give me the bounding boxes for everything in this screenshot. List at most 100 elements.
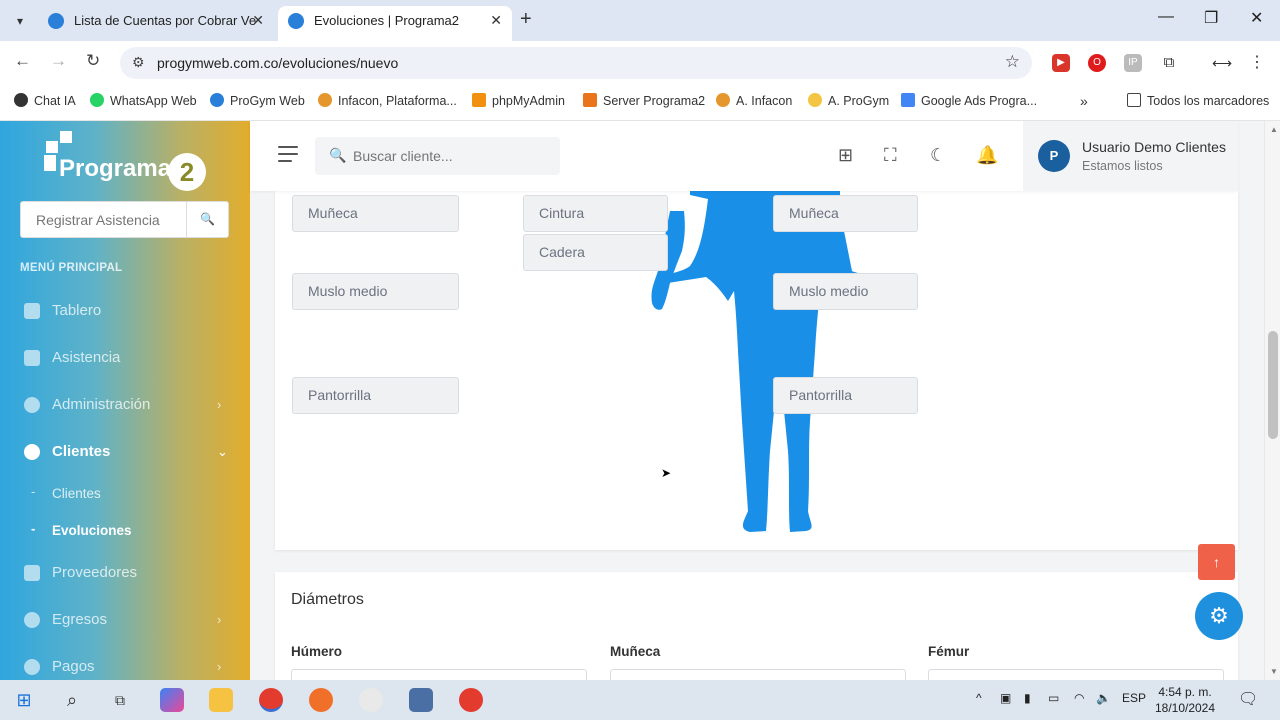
mouse-cursor-icon: ➤ [661,466,672,480]
sidebar: Programa 2 🔍 MENÚ PRINCIPAL Tablero Asis… [0,121,250,680]
bookmark-item[interactable]: WhatsApp Web [90,93,197,108]
search-icon[interactable]: ⌕ [60,688,84,712]
task-view-icon[interactable]: ⧉ [108,688,132,712]
extension-record-icon[interactable]: ▶ [1052,54,1070,72]
apps-grid-icon[interactable]: ⊞ [838,145,853,166]
restore-icon[interactable]: ❐ [1204,8,1218,28]
tab-cuentas[interactable]: Lista de Cuentas por Cobrar Ve ✕ [38,6,274,41]
sidebar-item-administracion[interactable]: Administración › [0,392,250,422]
calculator-icon[interactable] [409,688,433,712]
bookmark-item[interactable]: A. ProGym [808,93,889,108]
more-bookmarks-icon[interactable]: » [1080,93,1088,109]
sidebar-item-clientes[interactable]: Clientes ⌄ [0,439,250,469]
scroll-down-arrow-icon[interactable]: ▼ [1270,667,1278,676]
sidebar-item-label: Clientes [52,443,111,460]
app-icon[interactable] [359,688,383,712]
sidebar-item-label: Tablero [52,302,102,319]
fullscreen-icon[interactable]: ⛶ [884,145,897,166]
hip-field[interactable]: Cadera [523,234,668,271]
dashboard-icon [24,303,40,319]
file-explorer-icon[interactable] [209,688,233,712]
more-menu-icon[interactable]: ⋮ [1248,54,1266,72]
client-search-input[interactable] [353,137,553,175]
chrome-icon[interactable] [259,688,283,712]
wifi-icon[interactable]: ◠ [1074,691,1084,705]
settings-gear-icon[interactable]: ⚙ [1195,592,1243,640]
connection-icon[interactable]: ⟷ [1212,54,1232,72]
waist-field[interactable]: Cintura [523,195,668,232]
battery-icon[interactable]: ▭ [1048,691,1059,705]
menu-section-title: MENÚ PRINCIPAL [20,262,123,274]
hamburger-menu-icon[interactable] [278,146,298,162]
bookmark-item[interactable]: A. Infacon [716,93,792,108]
scroll-up-arrow-icon[interactable]: ▲ [1270,125,1278,134]
left-calf-field[interactable]: Pantorrilla [292,377,459,414]
chrome-icon[interactable] [459,688,483,712]
clock[interactable]: 4:54 p. m. 18/10/2024 [1150,684,1220,716]
avatar: P [1038,140,1070,172]
tab-search-icon[interactable]: ▾ [8,9,32,33]
new-tab-icon[interactable]: + [520,8,532,31]
bookmark-item[interactable]: Server Programa2 [583,93,705,108]
minimize-icon[interactable]: — [1158,8,1174,26]
sidebar-item-tablero[interactable]: Tablero [0,298,250,328]
close-tab-icon[interactable]: ✕ [490,6,502,35]
attendance-input[interactable] [21,202,187,237]
scroll-thumb[interactable] [1268,331,1278,439]
bookmark-item[interactable]: Google Ads Progra... [901,93,1037,108]
bookmarks-bar: Chat IA WhatsApp Web ProGym Web Infacon,… [0,85,1280,121]
sidebar-item-egresos[interactable]: Egresos › [0,607,250,637]
sidebar-item-asistencia[interactable]: Asistencia [0,345,250,375]
windows-start-icon[interactable]: ⊞ [12,688,36,712]
right-wrist-field[interactable]: Muñeca [773,195,918,232]
human-body-figure [651,191,870,532]
sidebar-subitem-clientes[interactable]: - Clientes [0,482,250,506]
sidebar-subitem-evoluciones[interactable]: - Evoluciones [0,519,250,543]
extensions-puzzle-icon[interactable]: ⧉ [1160,54,1178,72]
sidebar-item-pagos[interactable]: Pagos › [0,654,250,680]
plus-circle-icon [24,659,40,675]
right-mid-thigh-field[interactable]: Muslo medio [773,273,918,310]
scroll-top-button[interactable]: ↑ [1198,544,1235,580]
notifications-icon[interactable]: 🗨 [1238,689,1258,709]
site-info-icon[interactable]: ⚙ [132,54,145,71]
infacon-icon [318,93,332,107]
back-icon[interactable]: ← [14,51,31,71]
close-window-icon[interactable]: ✕ [1250,8,1263,28]
dark-mode-icon[interactable]: ☾ [930,145,946,166]
tab-title: Evoluciones | Programa2 [314,13,460,28]
usb-icon[interactable]: ▮ [1024,691,1031,705]
notification-bell-icon[interactable]: 🔔 [976,145,998,166]
bookmark-item[interactable]: ProGym Web [210,93,305,108]
tab-evoluciones[interactable]: Evoluciones | Programa2 ✕ [278,6,512,41]
tray-overflow-icon[interactable]: ^ [976,691,982,705]
extension-opera-icon[interactable]: O [1088,54,1106,72]
user-profile[interactable]: P Usuario Demo Clientes Estamos listos [1023,121,1238,191]
left-mid-thigh-field[interactable]: Muslo medio [292,273,459,310]
bookmark-item[interactable]: Infacon, Plataforma... [318,93,457,108]
language-indicator[interactable]: ESP [1122,691,1146,705]
tray-app-icon[interactable]: ▣ [1000,691,1011,705]
volume-icon[interactable]: 🔈 [1096,691,1111,705]
extension-ip-icon[interactable]: IP [1124,54,1142,72]
firefox-icon[interactable] [309,688,333,712]
search-icon[interactable]: 🔍 [186,202,228,237]
copilot-icon[interactable] [160,688,184,712]
address-bar[interactable]: ⚙ progymweb.com.co/evoluciones/nuevo ☆ [120,47,1032,79]
search-icon: 🔍 [329,147,347,163]
all-bookmarks[interactable]: Todos los marcadores [1127,93,1269,108]
bookmark-star-icon[interactable]: ☆ [1005,52,1020,72]
bookmark-item[interactable]: phpMyAdmin [472,93,565,108]
sidebar-item-proveedores[interactable]: Proveedores [0,560,250,590]
app-logo[interactable]: Programa 2 [44,131,214,191]
forward-icon[interactable]: → [50,51,67,71]
close-tab-icon[interactable]: ✕ [252,6,264,35]
left-wrist-field[interactable]: Muñeca [292,195,459,232]
right-calf-field[interactable]: Pantorrilla [773,377,918,414]
bookmark-item[interactable]: Chat IA [14,93,76,108]
browser-toolbar: ← → ↻ ⚙ progymweb.com.co/evoluciones/nue… [0,41,1280,85]
sidebar-item-label: Pagos [52,658,95,675]
page-scrollbar[interactable]: ▲ ▼ [1264,121,1280,680]
sidebar-item-label: Proveedores [52,564,138,581]
reload-icon[interactable]: ↻ [86,51,100,71]
